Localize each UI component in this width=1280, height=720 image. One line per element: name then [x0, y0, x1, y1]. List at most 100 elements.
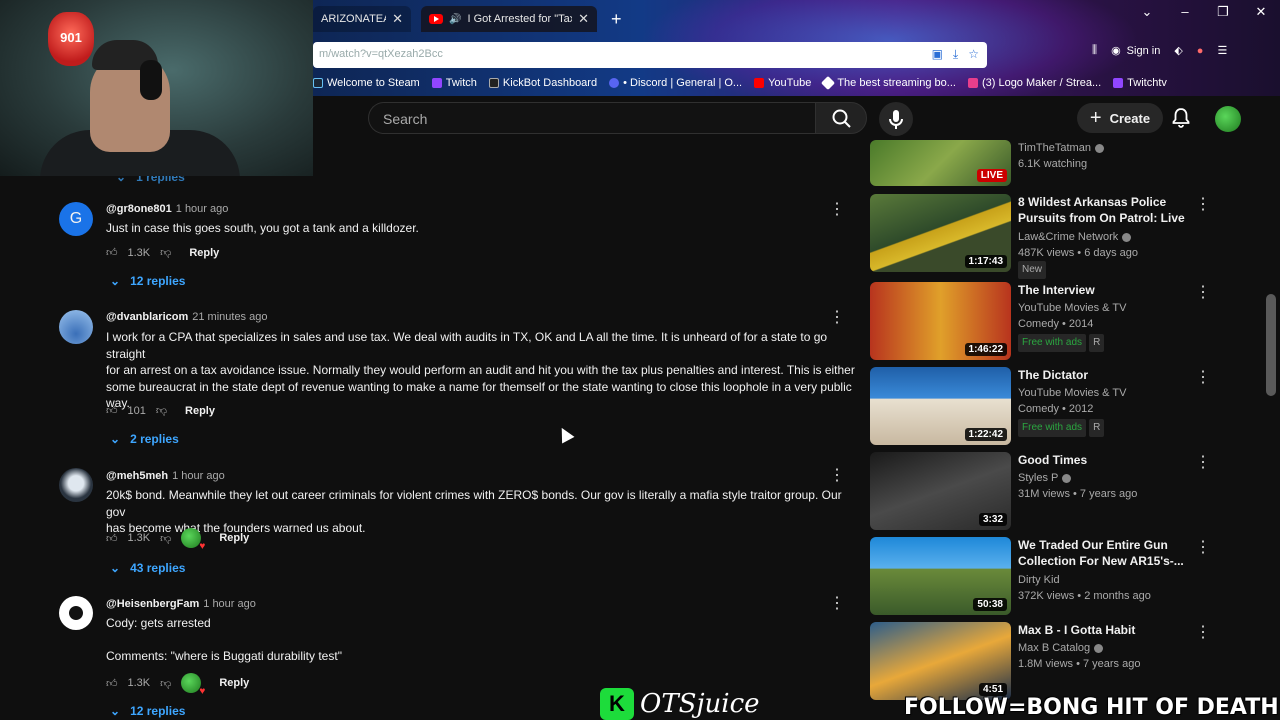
dislike-icon[interactable]: 👎︎	[160, 677, 171, 690]
video-channel[interactable]: Styles P	[1018, 470, 1072, 486]
like-icon[interactable]: 👍︎	[106, 246, 118, 259]
video-thumbnail[interactable]: 50:38	[870, 537, 1011, 615]
more-icon[interactable]: ⋮	[829, 468, 845, 484]
video-card[interactable]: 4:51 Max B - I Gotta Habit Max B Catalog…	[870, 622, 1270, 702]
search-input[interactable]: Search	[368, 102, 815, 134]
video-title[interactable]: The Dictator	[1018, 367, 1188, 383]
dislike-icon[interactable]: 👎︎	[156, 404, 167, 417]
more-icon[interactable]: ⋮	[829, 310, 845, 326]
create-button[interactable]: + Create	[1077, 103, 1163, 133]
speaker-icon[interactable]: 🔊	[449, 14, 461, 25]
profile-icon[interactable]: ●	[1197, 45, 1204, 57]
video-thumbnail[interactable]: 1:46:22	[870, 282, 1011, 360]
video-channel[interactable]: Dirty Kid	[1018, 572, 1060, 588]
video-channel[interactable]: TimTheTatman	[1018, 140, 1104, 156]
replies-toggle[interactable]: ⌄ 12 replies	[110, 704, 185, 718]
more-icon[interactable]: ⋮	[1195, 452, 1211, 472]
minimize-button[interactable]: –	[1166, 4, 1204, 20]
video-title[interactable]: We Traded Our Entire Gun Collection For …	[1018, 537, 1188, 569]
menu-icon[interactable]: ☰	[1217, 44, 1227, 57]
bookmark-youtube[interactable]: YouTube	[754, 77, 811, 89]
bookmark-steam[interactable]: Welcome to Steam	[313, 77, 420, 89]
reply-button[interactable]: Reply	[219, 677, 249, 689]
replies-toggle[interactable]: ⌄ 43 replies	[110, 561, 185, 575]
video-card[interactable]: 3:32 Good Times Styles P 31M views • 7 y…	[870, 452, 1270, 532]
video-card[interactable]: 1:22:42 The Dictator YouTube Movies & TV…	[870, 367, 1270, 447]
replies-toggle[interactable]: ⌄ 2 replies	[110, 432, 179, 446]
video-card[interactable]: 1:46:22 The Interview YouTube Movies & T…	[870, 282, 1270, 362]
video-channel[interactable]: Law&Crime Network	[1018, 229, 1132, 245]
close-window-button[interactable]: ✕	[1242, 4, 1280, 20]
tab-youtube-video[interactable]: 🔊 I Got Arrested for "Tax Evas ✕	[421, 6, 597, 32]
video-thumbnail[interactable]: 4:51	[870, 622, 1011, 700]
signin-button[interactable]: ◉ Sign in	[1111, 44, 1160, 58]
video-channel[interactable]: Max B Catalog	[1018, 640, 1104, 656]
bookmark-streaming[interactable]: The best streaming bo...	[821, 75, 956, 91]
live-badge: LIVE	[976, 169, 1007, 182]
bell-icon[interactable]	[1169, 106, 1193, 130]
chevron-down-icon[interactable]: ⌄	[1128, 4, 1166, 20]
video-thumbnail[interactable]: 1:22:42	[870, 367, 1011, 445]
chevron-down-icon: ⌄	[110, 561, 121, 575]
like-icon[interactable]: 👍︎	[106, 677, 118, 690]
video-channel[interactable]: YouTube Movies & TV	[1018, 385, 1126, 401]
tab-arizonatears[interactable]: ARIZONATEARS Pl ✕	[313, 6, 411, 32]
more-icon[interactable]: ⋮	[1195, 537, 1211, 557]
video-card[interactable]: 50:38 We Traded Our Entire Gun Collectio…	[870, 537, 1270, 617]
video-title[interactable]: 8 Wildest Arkansas Police Pursuits from …	[1018, 194, 1188, 226]
bookmark-twitch[interactable]: Twitch	[431, 77, 477, 89]
comment-author[interactable]: @dvanblaricom 21 minutes ago	[106, 311, 267, 323]
bookmark-twitchtv[interactable]: Twitchtv	[1113, 77, 1167, 89]
video-thumbnail[interactable]: 1:17:43	[870, 194, 1011, 272]
page-scrollbar[interactable]	[1266, 294, 1276, 396]
address-bar[interactable]: m/watch?v=qtXezah2Bcc ▣ ⤓ ☆	[313, 42, 987, 68]
new-tab-button[interactable]: +	[611, 9, 622, 30]
plus-icon: +	[1089, 106, 1102, 129]
like-icon[interactable]: 👍︎	[106, 404, 118, 417]
video-channel[interactable]: YouTube Movies & TV	[1018, 300, 1126, 316]
close-icon[interactable]: ✕	[578, 11, 589, 27]
bookmark-kickbot[interactable]: KickBot Dashboard	[488, 77, 597, 89]
search-button[interactable]	[815, 102, 867, 134]
kickbot-icon	[488, 78, 499, 88]
more-icon[interactable]: ⋮	[829, 202, 845, 218]
video-thumbnail[interactable]: 3:32	[870, 452, 1011, 530]
like-icon[interactable]: 👍︎	[106, 532, 118, 545]
reply-button[interactable]: Reply	[189, 247, 219, 259]
avatar[interactable]: G	[59, 202, 93, 236]
download-icon[interactable]: ⤓	[953, 47, 958, 62]
star-icon[interactable]: ☆	[968, 47, 979, 62]
video-title[interactable]: The Interview	[1018, 282, 1188, 298]
brand-name: OTSjuice	[640, 689, 760, 719]
more-icon[interactable]: ⋮	[1195, 282, 1211, 302]
avatar[interactable]	[59, 310, 93, 344]
more-icon[interactable]: ⋮	[1195, 194, 1211, 214]
account-avatar[interactable]	[1215, 106, 1241, 132]
comment-author[interactable]: @meh5meh 1 hour ago	[106, 470, 225, 482]
comment-author[interactable]: @HeisenbergFam 1 hour ago	[106, 598, 256, 610]
avatar[interactable]	[59, 468, 93, 502]
replies-toggle[interactable]: ⌄ 12 replies	[110, 274, 185, 288]
video-card[interactable]: 1:17:43 8 Wildest Arkansas Police Pursui…	[870, 194, 1270, 279]
reply-button[interactable]: Reply	[219, 532, 249, 544]
maximize-button[interactable]: ❐	[1204, 4, 1242, 20]
bookmark-logomaker[interactable]: (3) Logo Maker / Strea...	[967, 77, 1101, 89]
reply-button[interactable]: Reply	[185, 405, 215, 417]
more-icon[interactable]: ⋮	[1195, 622, 1211, 642]
video-title[interactable]: Good Times	[1018, 452, 1188, 468]
video-thumbnail[interactable]: LIVE	[870, 140, 1011, 186]
more-icon[interactable]: ⋮	[1195, 367, 1211, 387]
library-icon[interactable]: ⫼	[1092, 44, 1097, 57]
comment-author[interactable]: @gr8one801 1 hour ago	[106, 203, 228, 215]
bookmark-discord[interactable]: • Discord | General | O...	[609, 77, 742, 89]
video-card[interactable]: LIVE TimTheTatman 6.1K watching	[870, 140, 1270, 186]
avatar[interactable]	[59, 596, 93, 630]
video-title[interactable]: Max B - I Gotta Habit	[1018, 622, 1188, 638]
extensions-icon[interactable]: ⬖	[1174, 44, 1182, 57]
voice-search-button[interactable]	[879, 102, 913, 136]
dislike-icon[interactable]: 👎︎	[160, 532, 171, 545]
more-icon[interactable]: ⋮	[829, 596, 845, 612]
close-icon[interactable]: ✕	[392, 11, 403, 27]
dislike-icon[interactable]: 👎︎	[160, 246, 171, 259]
screen-icon[interactable]: ▣	[932, 47, 943, 62]
